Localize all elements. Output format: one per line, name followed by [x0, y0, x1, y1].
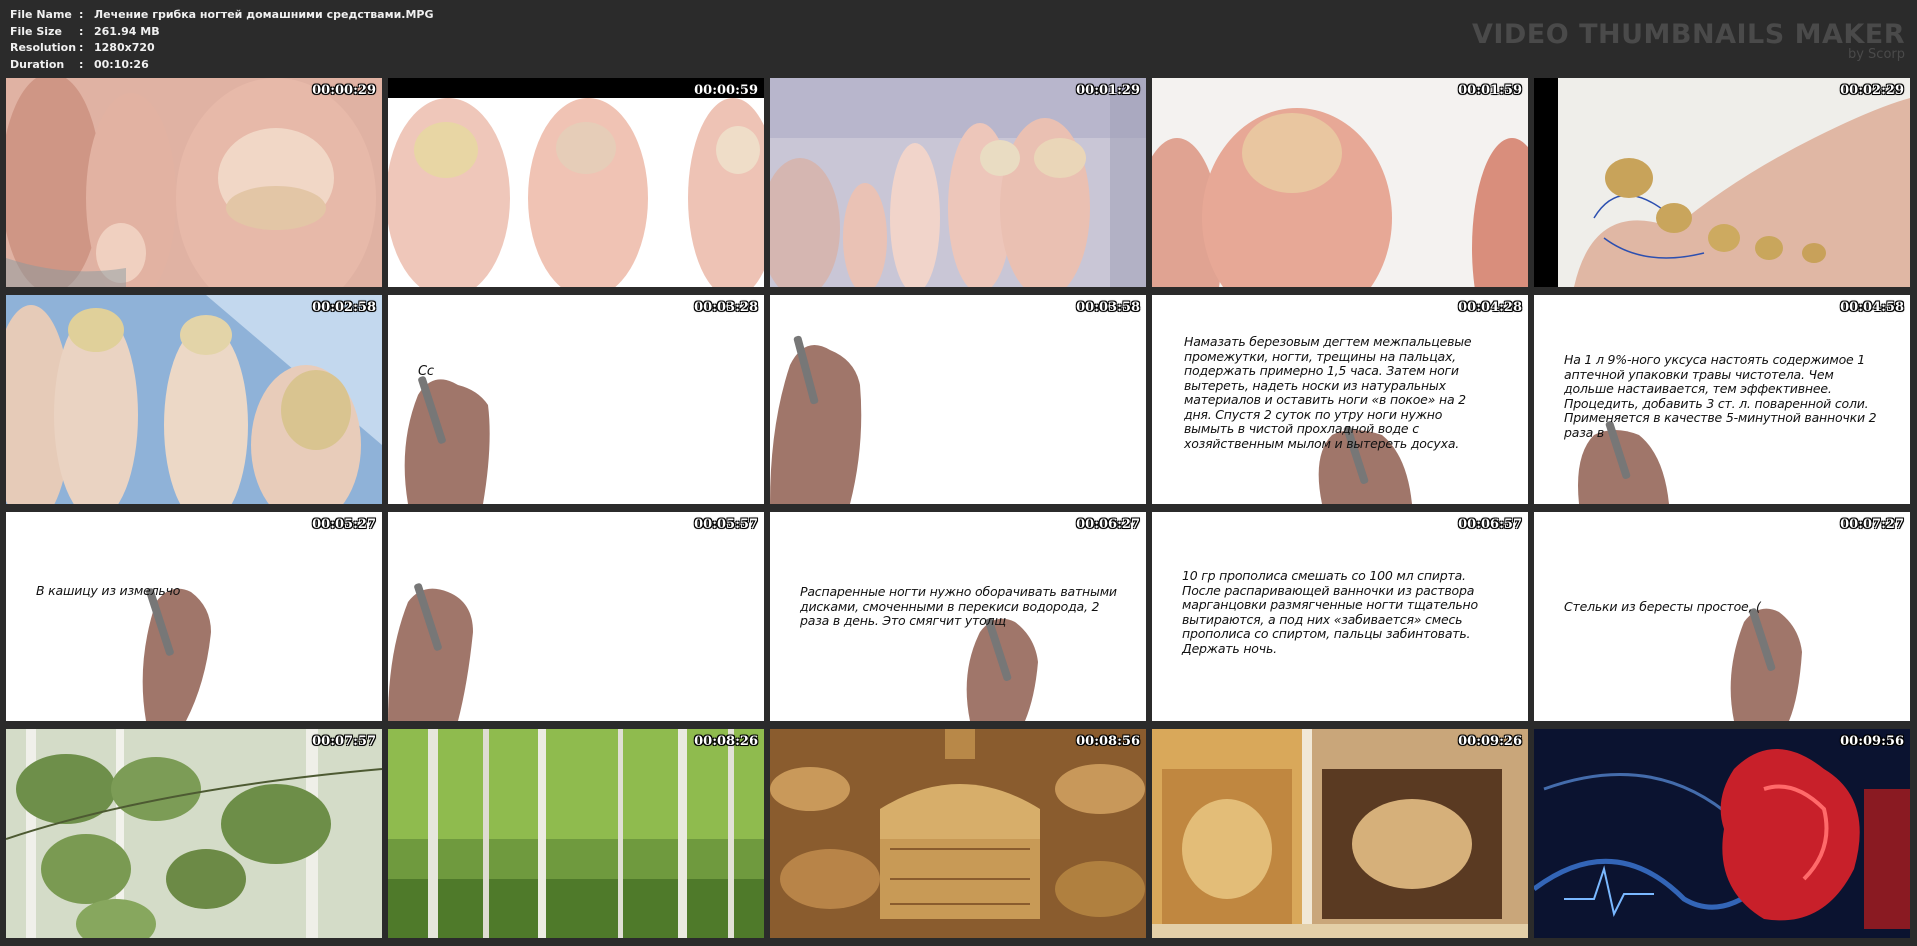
- timestamp: 00:07:57: [312, 734, 376, 749]
- timestamp: 00:06:27: [1076, 517, 1140, 532]
- thumbnail[interactable]: 00:01:29: [770, 78, 1146, 287]
- thumbnail[interactable]: Намазать березовым дегтем межпальцевые п…: [1152, 295, 1528, 504]
- timestamp: 00:01:29: [1076, 83, 1140, 98]
- duration-label: Duration: [10, 57, 65, 71]
- thumbnail[interactable]: Распаренные ногти нужно оборачивать ватн…: [770, 512, 1146, 721]
- drawing-hand-image: [6, 512, 382, 721]
- birch-leaves-image: [6, 729, 382, 938]
- file-name-row: File Name : Лечение грибка ногтей домашн…: [10, 7, 434, 24]
- thumbnail[interactable]: В кашицу из измельчо 00:05:27: [6, 512, 382, 721]
- timestamp: 00:01:59: [1458, 83, 1522, 98]
- file-size-row: File Size : 261.94 MB: [10, 24, 434, 41]
- drawing-hand-image: [1534, 512, 1910, 721]
- brand-subtitle: by Scorp: [1847, 47, 1905, 62]
- foot-side-image: [1534, 78, 1910, 287]
- thumbnail[interactable]: 00:01:59: [1152, 78, 1528, 287]
- thumbnail[interactable]: 00:09:56: [1534, 729, 1910, 938]
- timestamp: 00:08:26: [694, 734, 758, 749]
- resolution-label: Resolution: [10, 41, 77, 54]
- brand-title: VIDEO THUMBNAILS MAKER: [1471, 19, 1905, 50]
- timestamp: 00:00:59: [694, 83, 758, 98]
- toes-blue-image: [6, 295, 382, 504]
- thumbnail[interactable]: 00:02:58: [6, 295, 382, 504]
- birch-forest-image: [388, 729, 764, 938]
- timestamp: 00:00:29: [312, 83, 376, 98]
- handwritten-text: 10 гр прополиса смешать со 100 мл спирта…: [1182, 568, 1478, 656]
- birchbark-jars-image: [1152, 729, 1528, 938]
- faded-toes-image: [770, 78, 1146, 287]
- thumbnail-grid: 00:00:29 00:00:59 00:01:29 00:01:59 00:0…: [6, 78, 1913, 940]
- resolution-value: 1280x720: [94, 41, 155, 54]
- toe-closeup-image: [6, 78, 382, 287]
- separator: :: [79, 41, 84, 54]
- three-toes-image: [388, 78, 764, 287]
- drawing-hand-image: [388, 512, 764, 721]
- thumbnail[interactable]: 10 гр прополиса смешать со 100 мл спирта…: [1152, 512, 1528, 721]
- thumbnail[interactable]: На 1 л 9%-ного уксуса настоять содержимо…: [1534, 295, 1910, 504]
- thumbnail[interactable]: 00:00:29: [6, 78, 382, 287]
- file-name-value: Лечение грибка ногтей домашними средства…: [94, 8, 434, 21]
- handwritten-text: Сс: [418, 364, 434, 379]
- duration-value: 00:10:26: [94, 57, 149, 71]
- timestamp: 00:04:58: [1840, 300, 1904, 315]
- drawing-hand-image: [388, 295, 764, 504]
- timestamp: 00:02:29: [1840, 83, 1904, 98]
- timestamp: 00:08:56: [1076, 734, 1140, 749]
- timestamp: 00:07:27: [1840, 517, 1904, 532]
- handwritten-text: Распаренные ногти нужно оборачивать ватн…: [800, 584, 1117, 628]
- separator: :: [79, 8, 84, 21]
- birchbark-crafts-image: [770, 729, 1146, 938]
- separator: :: [79, 57, 84, 71]
- file-name-label: File Name: [10, 8, 72, 21]
- handwritten-text: Стельки из бересты простое, (: [1564, 599, 1761, 614]
- drawing-hand-image: [770, 295, 1146, 504]
- thumbnail[interactable]: 00:09:26: [1152, 729, 1528, 938]
- handwritten-text: На 1 л 9%-ного уксуса настоять содержимо…: [1564, 352, 1877, 440]
- thumbnail[interactable]: 00:02:29: [1534, 78, 1910, 287]
- timestamp: 00:03:58: [1076, 300, 1140, 315]
- timestamp: 00:09:26: [1458, 734, 1522, 749]
- heart-image: [1534, 729, 1910, 938]
- handwritten-text: Намазать березовым дегтем межпальцевые п…: [1184, 334, 1472, 451]
- duration-row: Duration : 00:10:26: [10, 57, 434, 74]
- file-size-label: File Size: [10, 24, 62, 38]
- timestamp: 00:04:28: [1458, 300, 1522, 315]
- timestamp: 00:03:28: [694, 300, 758, 315]
- timestamp: 00:09:56: [1840, 734, 1904, 749]
- big-toe-image: [1152, 78, 1528, 287]
- timestamp: 00:05:27: [312, 517, 376, 532]
- resolution-row: Resolution : 1280x720: [10, 40, 434, 57]
- timestamp: 00:06:57: [1458, 517, 1522, 532]
- thumbnail[interactable]: 00:03:58: [770, 295, 1146, 504]
- thumbnail[interactable]: 00:00:59: [388, 78, 764, 287]
- thumbnail[interactable]: 00:08:26: [388, 729, 764, 938]
- thumbnail[interactable]: 00:08:56: [770, 729, 1146, 938]
- thumbnail[interactable]: Стельки из бересты простое, ( 00:07:27: [1534, 512, 1910, 721]
- timestamp: 00:05:57: [694, 517, 758, 532]
- timestamp: 00:02:58: [312, 300, 376, 315]
- thumbnail[interactable]: Сс 00:03:28: [388, 295, 764, 504]
- file-info-panel: File Name : Лечение грибка ногтей домашн…: [10, 7, 434, 73]
- handwritten-text: В кашицу из измельчо: [36, 583, 181, 598]
- brand-watermark: VIDEO THUMBNAILS MAKER by Scorp: [1472, 20, 1905, 62]
- thumbnail[interactable]: 00:07:57: [6, 729, 382, 938]
- thumbnail[interactable]: 00:05:57: [388, 512, 764, 721]
- file-size-value: 261.94 MB: [94, 24, 160, 38]
- separator: :: [79, 24, 84, 38]
